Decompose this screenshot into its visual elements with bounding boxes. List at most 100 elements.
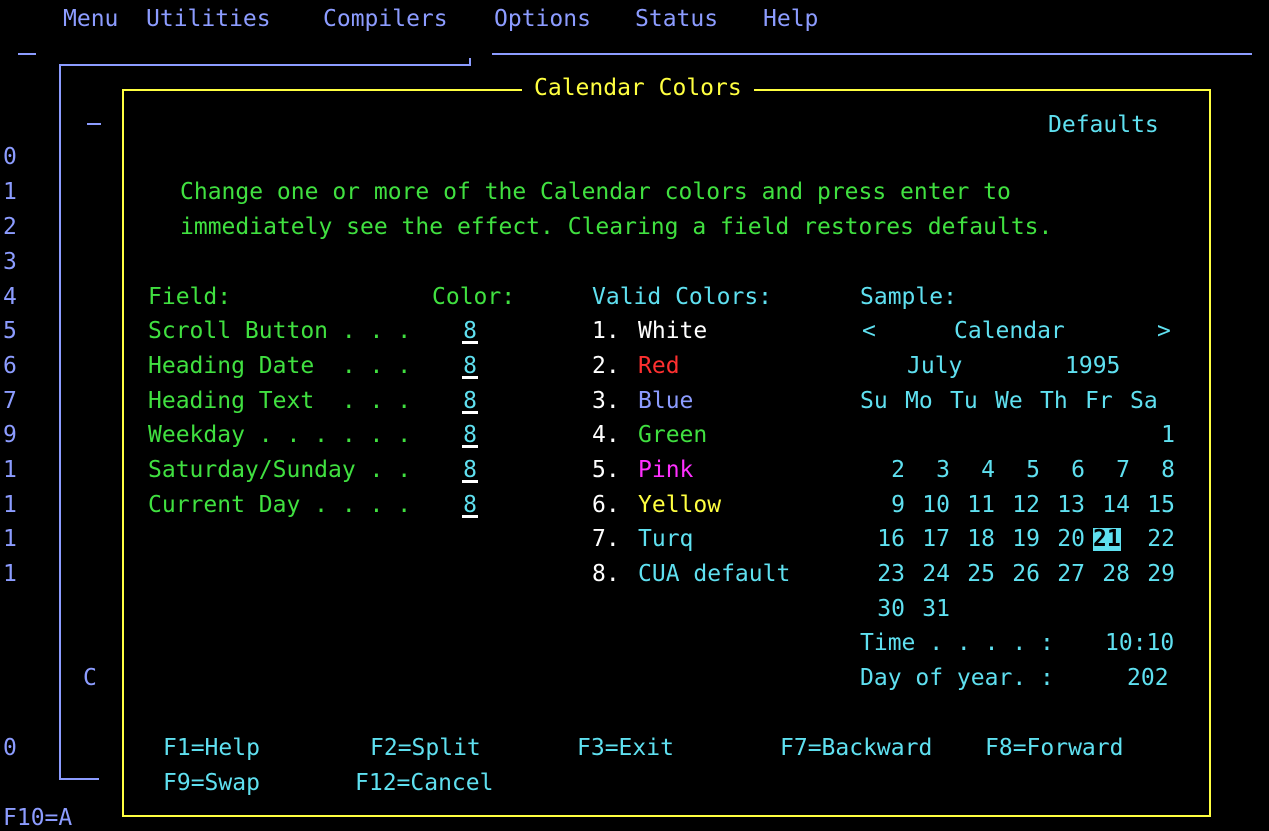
- calendar-day[interactable]: 4: [955, 459, 995, 482]
- color-value[interactable]: 8: [462, 390, 478, 414]
- time-label: Time . . . . :: [860, 630, 1054, 656]
- calendar-weekday-header: Th: [1040, 388, 1068, 414]
- calendar-day[interactable]: 23: [865, 563, 905, 586]
- menu-menu[interactable]: Menu: [63, 8, 118, 31]
- valid-color-number: 3.: [592, 388, 620, 414]
- instructions-line-1: Change one or more of the Calendar color…: [180, 179, 1011, 205]
- calendar-day[interactable]: 14: [1090, 494, 1130, 517]
- calendar-day[interactable]: 9: [865, 494, 905, 517]
- calendar-weekday-header: Fr: [1085, 388, 1113, 414]
- f1-help-key[interactable]: F1=Help: [163, 737, 260, 760]
- calendar-day[interactable]: 11: [955, 494, 995, 517]
- calendar-day[interactable]: 22: [1135, 528, 1175, 551]
- valid-color-number: 7.: [592, 526, 620, 552]
- calendar-day[interactable]: 2: [865, 459, 905, 482]
- background-window-bottom-border: [59, 778, 99, 780]
- calendar-day[interactable]: 28: [1090, 563, 1130, 586]
- background-line-number: 7: [3, 388, 17, 414]
- calendar-day[interactable]: 19: [1000, 528, 1040, 551]
- calendar-day[interactable]: 24: [910, 563, 950, 586]
- menu-help[interactable]: Help: [763, 8, 818, 31]
- f7-backward-key[interactable]: F7=Backward: [780, 737, 932, 760]
- calendar-weekday-header: Mo: [905, 388, 933, 414]
- f9-swap-key[interactable]: F9=Swap: [163, 772, 260, 795]
- dialog-title: Calendar Colors: [534, 75, 742, 101]
- color-value[interactable]: 8: [462, 459, 478, 483]
- color-input[interactable]: 8: [462, 390, 478, 414]
- background-line-number: 3: [3, 249, 17, 275]
- sample-header: Sample:: [860, 284, 957, 310]
- calendar-day[interactable]: 20: [1045, 528, 1085, 551]
- calendar-day[interactable]: 10: [910, 494, 950, 517]
- calendar-day[interactable]: 12: [1000, 494, 1040, 517]
- background-line-number: 9: [3, 422, 17, 448]
- color-input[interactable]: 8: [462, 494, 478, 518]
- f3-exit-key[interactable]: F3=Exit: [577, 737, 674, 760]
- calendar-day[interactable]: 27: [1045, 563, 1085, 586]
- background-zero-label: 0: [3, 735, 17, 761]
- color-value[interactable]: 8: [462, 424, 478, 448]
- calendar-weekday-header: Tu: [950, 388, 978, 414]
- color-value[interactable]: 8: [462, 320, 478, 344]
- calendar-prev-button[interactable]: <: [862, 320, 876, 343]
- background-c-label: C: [83, 665, 97, 691]
- background-line-number: 4: [3, 284, 17, 310]
- valid-color-name: White: [638, 318, 708, 344]
- background-line-number: 5: [3, 318, 17, 344]
- f2-split-key[interactable]: F2=Split: [370, 737, 481, 760]
- background-line-number: 0: [3, 144, 17, 170]
- menu-utilities[interactable]: Utilities: [146, 8, 271, 31]
- separator-line: [18, 53, 36, 55]
- color-header: Color:: [432, 284, 516, 310]
- color-input[interactable]: 8: [462, 355, 478, 379]
- instructions-line-2: immediately see the effect. Clearing a f…: [180, 214, 1053, 240]
- field-label: Current Day . . . .: [148, 492, 412, 518]
- calendar-label: Calendar: [954, 318, 1065, 344]
- field-label: Saturday/Sunday . .: [148, 457, 412, 483]
- defaults-label: Defaults: [1048, 112, 1159, 138]
- calendar-day[interactable]: 5: [1000, 459, 1040, 482]
- calendar-day[interactable]: 8: [1135, 459, 1175, 482]
- calendar-day[interactable]: 17: [910, 528, 950, 551]
- calendar-day[interactable]: 7: [1090, 459, 1130, 482]
- calendar-day[interactable]: 31: [910, 598, 950, 621]
- background-line-number: 1: [3, 492, 17, 518]
- calendar-next-button[interactable]: >: [1157, 320, 1171, 343]
- color-input[interactable]: 8: [462, 424, 478, 448]
- calendar-day[interactable]: 15: [1135, 494, 1175, 517]
- color-value[interactable]: 8: [462, 355, 478, 379]
- valid-colors-header: Valid Colors:: [592, 284, 773, 310]
- field-label: Heading Text . . .: [148, 388, 412, 414]
- field-label: Heading Date . . .: [148, 353, 412, 379]
- valid-color-number: 8.: [592, 561, 620, 587]
- calendar-year: 1995: [1065, 353, 1121, 379]
- calendar-day[interactable]: 29: [1135, 563, 1175, 586]
- menu-compilers[interactable]: Compilers: [323, 8, 448, 31]
- calendar-day[interactable]: 16: [865, 528, 905, 551]
- calendar-day[interactable]: 18: [955, 528, 995, 551]
- color-input[interactable]: 8: [462, 320, 478, 344]
- calendar-day[interactable]: 25: [955, 563, 995, 586]
- separator-line: [492, 53, 1252, 55]
- calendar-day[interactable]: 26: [1000, 563, 1040, 586]
- calendar-day[interactable]: 13: [1045, 494, 1085, 517]
- calendar-day[interactable]: 30: [865, 598, 905, 621]
- color-input[interactable]: 8: [462, 459, 478, 483]
- calendar-weekday-header: Su: [860, 388, 888, 414]
- menu-status[interactable]: Status: [635, 8, 718, 31]
- f8-forward-key[interactable]: F8=Forward: [985, 737, 1123, 760]
- calendar-day[interactable]: 1: [1135, 424, 1175, 447]
- menu-options[interactable]: Options: [494, 8, 591, 31]
- color-value[interactable]: 8: [462, 494, 478, 518]
- valid-color-number: 1.: [592, 318, 620, 344]
- calendar-today[interactable]: 21: [1093, 528, 1121, 551]
- background-f10-key[interactable]: F10=A: [3, 807, 72, 830]
- calendar-day[interactable]: 3: [910, 459, 950, 482]
- f12-cancel-key[interactable]: F12=Cancel: [355, 772, 493, 795]
- background-line-number: 1: [3, 457, 17, 483]
- day-of-year-label: Day of year. :: [860, 665, 1054, 691]
- valid-color-number: 5.: [592, 457, 620, 483]
- calendar-weekday-header: Sa: [1130, 388, 1158, 414]
- background-line-number: 6: [3, 353, 17, 379]
- calendar-day[interactable]: 6: [1045, 459, 1085, 482]
